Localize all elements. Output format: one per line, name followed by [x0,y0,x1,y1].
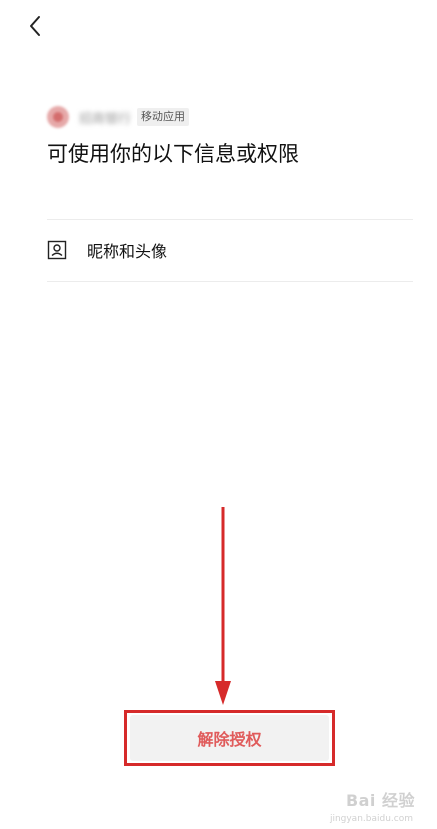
down-arrow-icon [215,507,231,705]
baidu-watermark: Bai 经验 [345,791,415,810]
app-info-row: 招商银行 移动应用 [47,106,190,128]
app-type-tag: 移动应用 [137,108,190,126]
revoke-authorization-button[interactable]: 解除授权 [130,715,329,761]
page-title: 可使用你的以下信息或权限 [47,142,299,166]
divider-bottom [47,281,413,282]
back-button[interactable] [20,10,50,42]
permission-label: 昵称和头像 [87,242,168,261]
app-logo-icon [47,106,69,128]
app-name: 招商银行 [79,111,132,127]
chevron-left-icon [30,16,40,36]
divider-top [47,219,413,220]
permission-item-nickname-avatar: 昵称和头像 [47,221,413,279]
portrait-icon [47,240,67,260]
baidu-watermark-url: jingyan.baidu.com [329,814,413,824]
